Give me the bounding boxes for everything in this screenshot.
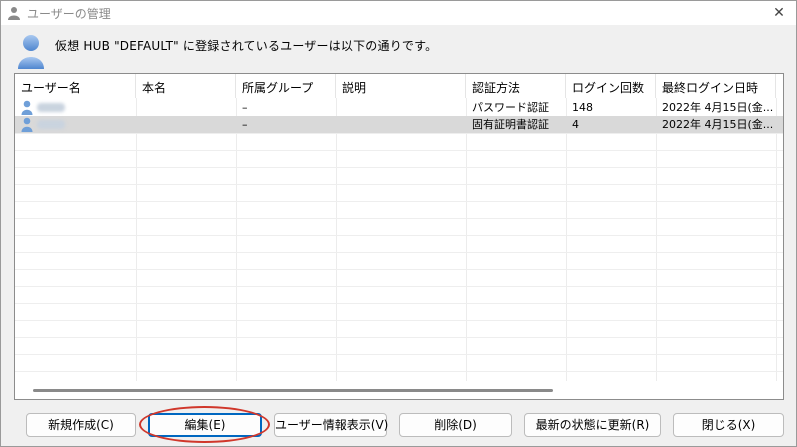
window-title: ユーザーの管理 <box>27 7 111 21</box>
cell-logins: 4 <box>572 118 579 131</box>
grid-line <box>15 235 783 236</box>
column-header-realname[interactable]: 本名 <box>136 74 236 98</box>
table-row[interactable]: – 固有証明書認証 4 2022年 4月15日(金... <box>15 116 783 133</box>
cell-description <box>336 99 466 116</box>
grid-line <box>15 337 783 338</box>
grid-line <box>336 98 337 382</box>
cell-realname <box>136 116 236 133</box>
cell-last-login: 2022年 4月15日(金... <box>662 101 774 114</box>
column-header-logins[interactable]: ログイン回数 <box>566 74 656 98</box>
list-header: ユーザー名 本名 所属グループ 説明 認証方法 ログイン回数 最終ログイン日時 <box>15 74 783 98</box>
user-icon <box>18 35 44 69</box>
column-header-description[interactable]: 説明 <box>336 74 466 98</box>
grid-line <box>236 98 237 382</box>
cell-last-login: 2022年 4月15日(金... <box>662 118 774 131</box>
grid-line <box>15 320 783 321</box>
grid-line <box>656 98 657 382</box>
close-icon[interactable]: ✕ <box>768 3 790 23</box>
redacted-username <box>37 103 65 112</box>
grid-line <box>566 98 567 382</box>
grid-line <box>15 167 783 168</box>
cell-auth: パスワード認証 <box>472 101 549 114</box>
column-header-auth[interactable]: 認証方法 <box>466 74 566 98</box>
title-bar: ユーザーの管理 ✕ <box>1 1 796 25</box>
cell-auth: 固有証明書認証 <box>472 118 549 131</box>
grid-line <box>15 286 783 287</box>
user-info-button[interactable]: ユーザー情報表示(V) <box>274 413 388 437</box>
table-row[interactable]: – パスワード認証 148 2022年 4月15日(金... <box>15 99 783 116</box>
grid-line <box>15 133 783 134</box>
user-icon <box>8 7 20 20</box>
cell-logins: 148 <box>572 101 593 114</box>
grid-line <box>466 98 467 382</box>
grid-line <box>15 201 783 202</box>
grid-line <box>15 184 783 185</box>
column-header-group[interactable]: 所属グループ <box>236 74 336 98</box>
grid-line <box>776 98 777 382</box>
grid-line <box>15 150 783 151</box>
horizontal-scrollbar[interactable] <box>15 381 783 399</box>
cell-description <box>336 116 466 133</box>
cell-group: – <box>242 101 248 114</box>
grid-line <box>15 371 783 372</box>
grid-line <box>15 354 783 355</box>
redacted-username <box>37 120 65 129</box>
grid-line <box>136 98 137 382</box>
grid-line <box>15 303 783 304</box>
scrollbar-thumb[interactable] <box>33 389 553 392</box>
column-header-last-login[interactable]: 最終ログイン日時 <box>656 74 776 98</box>
grid-line <box>15 252 783 253</box>
cell-realname <box>136 99 236 116</box>
column-header-username[interactable]: ユーザー名 <box>15 74 136 98</box>
user-icon <box>21 100 33 115</box>
user-list[interactable]: ユーザー名 本名 所属グループ 説明 認証方法 ログイン回数 最終ログイン日時 <box>14 73 784 400</box>
edit-button[interactable]: 編集(E) <box>148 413 262 437</box>
new-user-button[interactable]: 新規作成(C) <box>26 413 136 437</box>
grid-line <box>15 269 783 270</box>
header-message: 仮想 HUB "DEFAULT" に登録されているユーザーは以下の通りです。 <box>55 39 438 53</box>
refresh-button[interactable]: 最新の状態に更新(R) <box>524 413 661 437</box>
cell-group: – <box>242 118 248 131</box>
grid-line <box>15 218 783 219</box>
user-management-window: ユーザーの管理 ✕ 仮想 HUB "DEFAULT" に登録されているユーザーは… <box>0 0 797 447</box>
delete-button[interactable]: 削除(D) <box>399 413 512 437</box>
close-button[interactable]: 閉じる(X) <box>673 413 784 437</box>
user-icon <box>21 117 33 132</box>
